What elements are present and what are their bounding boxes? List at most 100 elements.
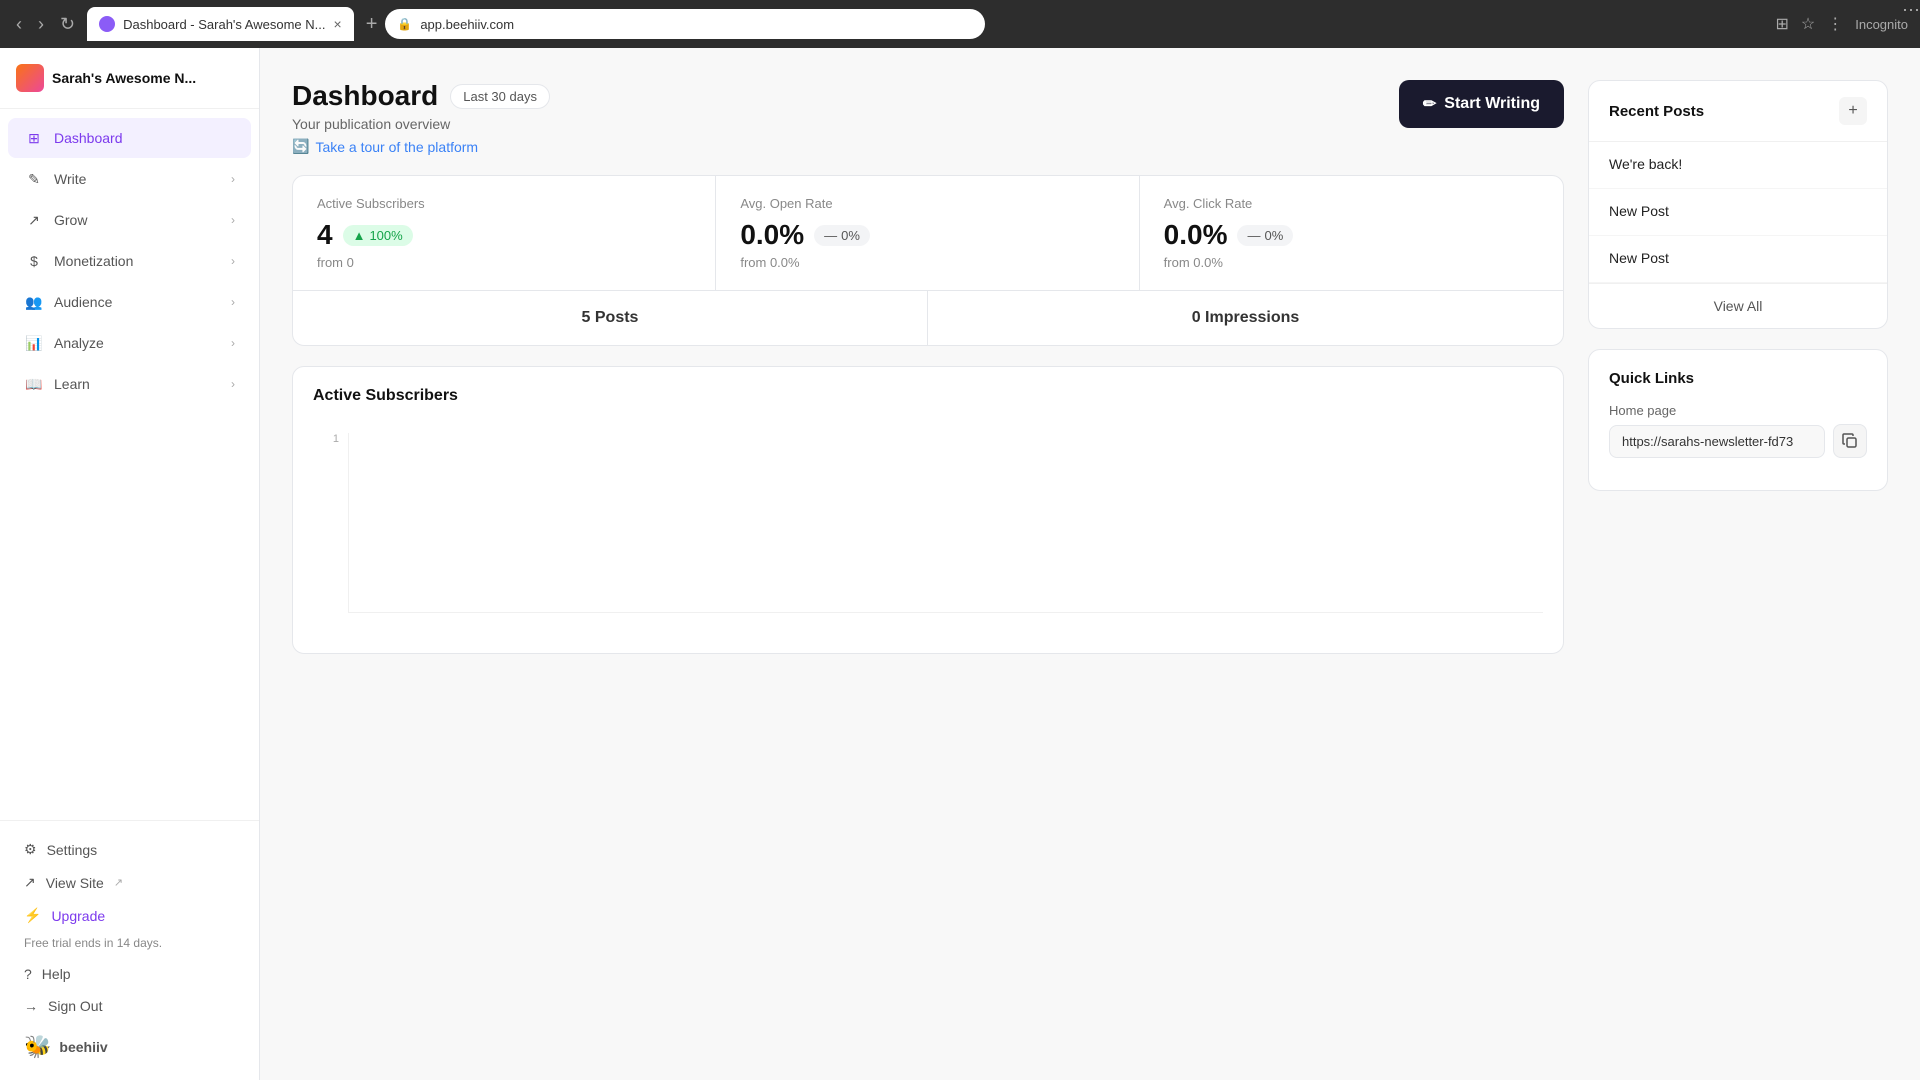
stat-impressions-count: 0 Impressions — [928, 291, 1563, 345]
stat-label-active-subscribers: Active Subscribers — [317, 196, 691, 211]
browser-tab[interactable]: Dashboard - Sarah's Awesome N... × — [87, 7, 354, 41]
sidebar-item-audience[interactable]: 👥 Audience › — [8, 282, 251, 322]
recent-posts-header: Recent Posts + — [1589, 81, 1887, 142]
quick-link-home-label: Home page — [1609, 403, 1867, 418]
dashboard-subtitle: Your publication overview — [292, 116, 550, 132]
copy-url-button[interactable] — [1833, 424, 1867, 458]
sign-out-icon: → — [24, 998, 38, 1014]
main-inner: Dashboard Last 30 days Your publication … — [260, 48, 1920, 686]
stat-avg-open-rate: Avg. Open Rate 0.0% — 0% from 0.0% — [716, 176, 1139, 290]
start-writing-label: Start Writing — [1444, 95, 1540, 113]
stats-bottom: 5 Posts 0 Impressions — [293, 291, 1563, 345]
period-badge-button[interactable]: Last 30 days — [450, 84, 550, 109]
quick-link-home-row: https://sarahs-newsletter-fd73 — [1609, 424, 1867, 458]
external-link-icon: ↗ — [24, 874, 36, 891]
upgrade-item[interactable]: ⚡ Upgrade — [16, 899, 243, 932]
quick-links-card: Quick Links Home page https://sarahs-new… — [1588, 349, 1888, 491]
arrow-up-icon: ▲ — [353, 228, 366, 243]
stat-from-click-rate: from 0.0% — [1164, 255, 1539, 270]
analyze-icon: 📊 — [24, 333, 44, 353]
post-item-3[interactable]: New Post — [1589, 236, 1887, 283]
chart-area: 1 — [313, 433, 1543, 633]
stat-value-subscribers: 4 — [317, 219, 333, 251]
pencil-icon: ✏ — [1423, 94, 1436, 114]
audience-icon: 👥 — [24, 292, 44, 312]
main-right-column: Recent Posts + We're back! New Post New … — [1588, 80, 1888, 654]
audience-chevron-icon: › — [231, 295, 235, 309]
monetization-icon: $ — [24, 251, 44, 271]
sidebar-item-dashboard[interactable]: ⊞ Dashboard — [8, 118, 251, 158]
new-tab-button[interactable]: + — [366, 13, 378, 36]
analyze-chevron-icon: › — [231, 336, 235, 350]
sidebar-item-analyze[interactable]: 📊 Analyze › — [8, 323, 251, 363]
start-writing-button[interactable]: ✏ Start Writing — [1399, 80, 1564, 128]
stat-avg-click-rate: Avg. Click Rate 0.0% — 0% from 0.0% — [1140, 176, 1563, 290]
upgrade-label: Upgrade — [51, 908, 105, 924]
sidebar-item-label-audience: Audience — [54, 294, 221, 310]
stats-card: Active Subscribers 4 ▲ 100% from 0 — [292, 175, 1564, 346]
stat-label-open-rate: Avg. Open Rate — [740, 196, 1114, 211]
address-bar[interactable]: 🔒 app.beehiiv.com — [385, 9, 985, 39]
tour-icon: 🔄 — [292, 138, 309, 155]
post-item-1[interactable]: We're back! — [1589, 142, 1887, 189]
settings-icon: ⚙ — [24, 841, 37, 858]
sidebar-item-write[interactable]: ✎ Write › — [8, 159, 251, 199]
post-item-2[interactable]: New Post — [1589, 189, 1887, 236]
badge-value-click-rate: 0% — [1264, 228, 1283, 243]
trial-notice: Free trial ends in 14 days. — [16, 932, 243, 958]
sidebar-item-learn[interactable]: 📖 Learn › — [8, 364, 251, 404]
sign-out-label: Sign Out — [48, 998, 102, 1014]
settings-item[interactable]: ⚙ Settings — [16, 833, 243, 866]
sidebar-item-monetization[interactable]: $ Monetization › — [8, 241, 251, 281]
sign-out-item[interactable]: → Sign Out — [16, 990, 243, 1022]
extensions-icon[interactable]: ⊞ — [1775, 14, 1788, 34]
badge-value-open-rate: 0% — [841, 228, 860, 243]
browser-menu-icon[interactable]: ⋮ — [1827, 14, 1843, 34]
bookmark-icon[interactable]: ☆ — [1801, 14, 1815, 34]
main-content: Dashboard Last 30 days Your publication … — [260, 48, 1920, 1080]
beehiiv-brand: 🐝 beehiiv — [16, 1022, 243, 1068]
stat-value-row-subscribers: 4 ▲ 100% — [317, 219, 691, 251]
sidebar-nav: ⊞ Dashboard ✎ Write › ↗ Grow › $ Monetiz… — [0, 109, 259, 820]
dashboard-header: Dashboard Last 30 days Your publication … — [292, 80, 1564, 155]
tab-close-button[interactable]: × — [334, 16, 342, 32]
grow-icon: ↗ — [24, 210, 44, 230]
chart-y-labels: 1 — [313, 433, 343, 613]
quick-link-home-page: Home page https://sarahs-newsletter-fd73 — [1609, 403, 1867, 458]
reload-button[interactable]: ↻ — [56, 10, 79, 39]
external-link-indicator: ↗ — [114, 876, 123, 889]
publication-logo — [16, 64, 44, 92]
publication-name: Sarah's Awesome N... — [52, 70, 196, 86]
settings-label: Settings — [47, 842, 98, 858]
view-all-button[interactable]: View All — [1589, 283, 1887, 328]
sidebar-item-grow[interactable]: ↗ Grow › — [8, 200, 251, 240]
dashboard-title-area: Dashboard Last 30 days Your publication … — [292, 80, 550, 155]
view-site-label: View Site — [46, 875, 104, 891]
add-post-button[interactable]: + — [1839, 97, 1867, 125]
learn-icon: 📖 — [24, 374, 44, 394]
view-site-item[interactable]: ↗ View Site ↗ — [16, 866, 243, 899]
chart-y-label-1: 1 — [313, 433, 343, 445]
dashboard-title-row: Dashboard Last 30 days — [292, 80, 550, 112]
chart-svg — [349, 433, 1543, 612]
tour-link-label: Take a tour of the platform — [315, 139, 478, 155]
forward-button[interactable]: › — [34, 10, 48, 39]
recent-posts-card: Recent Posts + We're back! New Post New … — [1588, 80, 1888, 329]
stat-from-open-rate: from 0.0% — [740, 255, 1114, 270]
browser-chrome: ‹ › ↻ Dashboard - Sarah's Awesome N... ×… — [0, 0, 1920, 48]
chart-inner — [348, 433, 1543, 613]
dashboard-icon: ⊞ — [24, 128, 44, 148]
tab-favicon — [99, 16, 115, 32]
stat-badge-subscribers: ▲ 100% — [343, 225, 413, 246]
beehiiv-logo-icon: 🐝 — [24, 1034, 51, 1060]
back-button[interactable]: ‹ — [12, 10, 26, 39]
badge-value-subscribers: 100% — [369, 228, 402, 243]
page-title: Dashboard — [292, 80, 438, 112]
tour-link[interactable]: 🔄 Take a tour of the platform — [292, 138, 550, 155]
sidebar-item-label-monetization: Monetization — [54, 253, 221, 269]
stat-value-click-rate: 0.0% — [1164, 219, 1228, 251]
help-item[interactable]: ? Help — [16, 958, 243, 990]
beehiiv-brand-label: beehiiv — [59, 1039, 107, 1055]
stats-row: Active Subscribers 4 ▲ 100% from 0 — [293, 176, 1563, 291]
stat-badge-open-rate: — 0% — [814, 225, 870, 246]
